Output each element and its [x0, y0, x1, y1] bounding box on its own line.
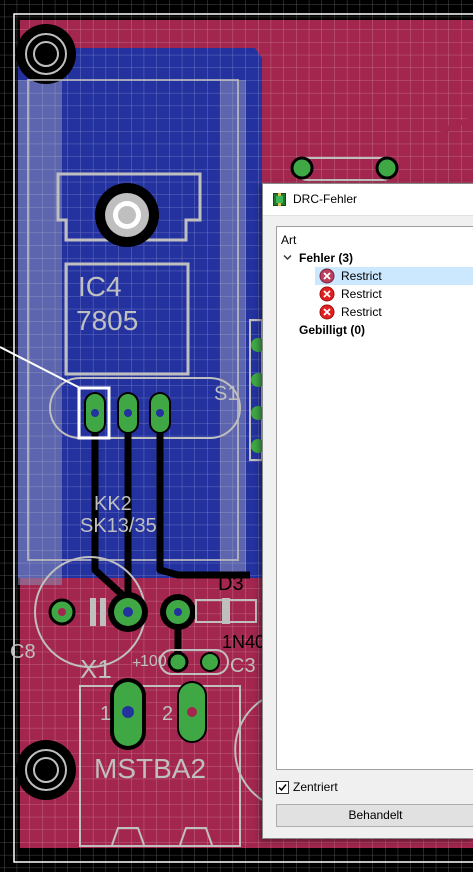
- dialog-title: DRC-Fehler: [293, 192, 358, 206]
- approved-group-label: Gebilligt (0): [299, 323, 365, 337]
- heatsink-value-label: SK13/35: [80, 515, 157, 537]
- handled-button[interactable]: Behandelt: [276, 804, 473, 827]
- cap-c3-label: C3: [230, 655, 256, 677]
- dialog-titlebar[interactable]: DRC-Fehler: [263, 184, 473, 216]
- drc-error-tree[interactable]: Art Fehler (3) Restrict Restrict Restric…: [276, 226, 473, 770]
- error-x-icon: [319, 268, 335, 284]
- pin1-label: 1: [100, 703, 111, 725]
- pin2-label: 2: [162, 703, 173, 725]
- connector-value-label: MSTBA2: [94, 753, 206, 784]
- error-item-3[interactable]: Restrict: [315, 303, 473, 321]
- diode-name-label: D3: [218, 573, 244, 595]
- error-item-1[interactable]: Restrict: [315, 267, 473, 285]
- ic-name-label: IC4: [78, 271, 122, 302]
- chevron-down-icon[interactable]: [283, 253, 292, 262]
- heatsink-name-label: KK2: [94, 493, 132, 515]
- mounting-hole-bottom: [16, 740, 76, 800]
- pcb-board-icon: [273, 193, 286, 206]
- via-right[interactable]: [160, 594, 196, 630]
- diode-value-label: 1N40: [222, 632, 265, 652]
- ic-value-label: 7805: [76, 305, 138, 336]
- error-item-label: Restrict: [341, 305, 382, 319]
- checkmark-icon: [278, 784, 287, 792]
- tree-group-approved[interactable]: Gebilligt (0): [277, 321, 473, 339]
- center-checkbox-label: Zentriert: [293, 780, 338, 794]
- mounting-hole-top: [16, 24, 76, 84]
- connector-name-label: X1: [80, 654, 112, 684]
- error-x-icon: [319, 304, 335, 320]
- via-center[interactable]: [108, 592, 148, 632]
- error-item-2[interactable]: Restrict: [315, 285, 473, 303]
- cap-c8-label: C8: [10, 641, 36, 663]
- ic-pad-2[interactable]: [117, 392, 139, 434]
- switch-label: S1: [214, 383, 238, 405]
- error-item-label: Restrict: [341, 269, 382, 283]
- ic-tab-hole: [95, 183, 159, 247]
- drc-errors-dialog[interactable]: DRC-Fehler Art Fehler (3) Restrict Restr…: [262, 183, 473, 839]
- center-checkbox[interactable]: [276, 781, 289, 794]
- ic-pad-3[interactable]: [149, 392, 171, 434]
- error-item-label: Restrict: [341, 287, 382, 301]
- errors-group-label: Fehler (3): [299, 251, 354, 265]
- error-x-icon: [319, 286, 335, 302]
- tree-group-errors[interactable]: Fehler (3): [277, 249, 473, 267]
- column-header-type[interactable]: Art: [281, 233, 296, 247]
- cap-100-label: 100: [140, 653, 167, 670]
- ic-pad-1[interactable]: [84, 392, 106, 434]
